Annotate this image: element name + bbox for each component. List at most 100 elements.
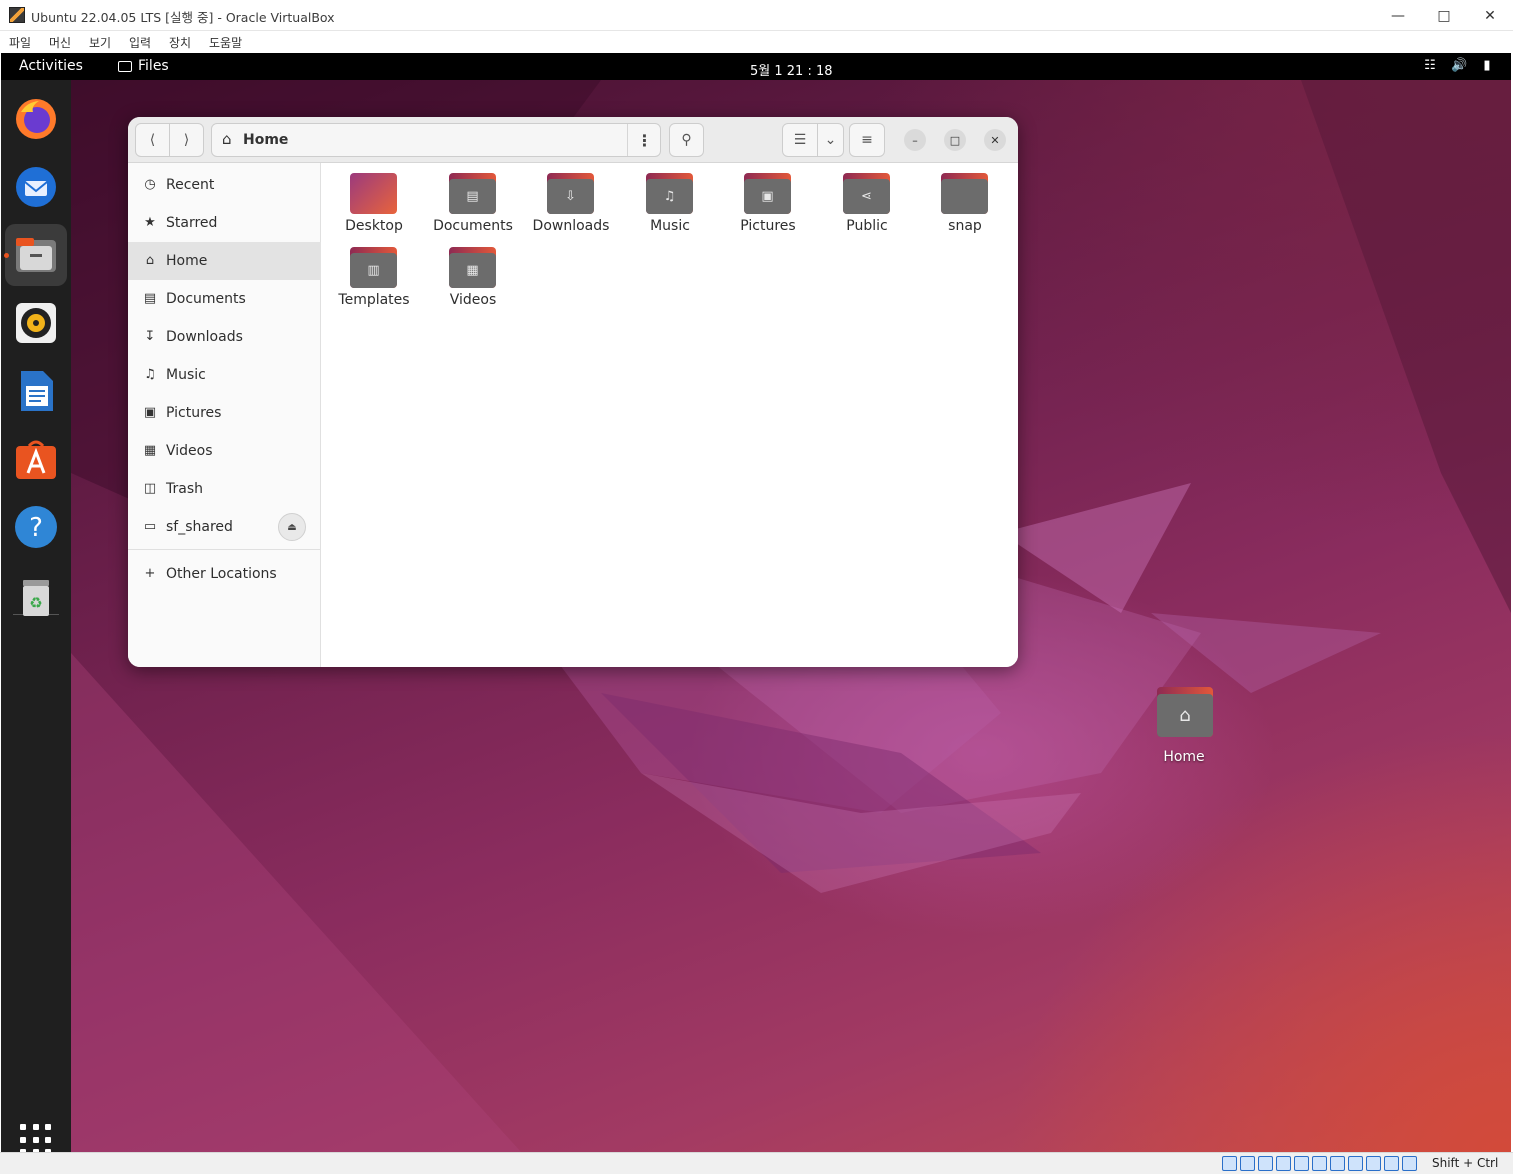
window-maximize-button[interactable]: □ [944,129,966,151]
sidebar-item-home[interactable]: ⌂ Home [128,242,321,280]
sidebar-item-trash[interactable]: ◫ Trash [128,470,321,508]
dock-libreoffice-writer[interactable] [5,360,67,422]
path-current[interactable]: Home [243,132,288,148]
sidebar-item-label: Music [166,367,206,383]
shared-folders-icon[interactable] [1312,1156,1327,1171]
sidebar-item-videos[interactable]: ▦ Videos [128,432,321,470]
network-icon[interactable]: ☷ [1422,58,1438,74]
menu-input[interactable]: 입력 [129,34,151,51]
file-item-videos[interactable]: ▦ Videos [426,237,520,308]
usb-icon[interactable] [1294,1156,1309,1171]
menu-machine[interactable]: 머신 [49,34,71,51]
dock-thunderbird[interactable] [5,156,67,218]
sidebar-item-starred[interactable]: ★ Starred [128,204,321,242]
path-bar[interactable]: ⌂ Home ⋮ [211,123,661,157]
thunderbird-icon [16,167,56,207]
file-item-documents[interactable]: ▤ Documents [426,163,520,234]
view-options-button[interactable]: ⌄ [817,123,844,157]
app-menu-files[interactable]: Files [118,58,169,74]
svg-text:?: ? [29,513,43,543]
window-minimize-button[interactable]: – [904,129,926,151]
file-item-desktop[interactable]: Desktop [327,163,421,234]
forward-button[interactable]: ⟩ [169,123,204,157]
headerbar: ⟨ ⟩ ⌂ Home ⋮ ⚲ ☰ ⌄ ≡ – □ ✕ [128,117,1018,163]
volume-icon[interactable]: 🔊 [1451,58,1467,74]
files-icon [16,238,56,272]
audio-icon[interactable] [1258,1156,1273,1171]
desktop-home-icon[interactable]: ⌂ Home [1149,681,1219,771]
snap-folder-icon [941,173,988,214]
sidebar-item-label: Documents [166,291,246,307]
dock-firefox[interactable] [5,88,67,150]
optical-drive-icon[interactable] [1240,1156,1255,1171]
clock[interactable]: 5월 1 21 : 18 [750,60,833,79]
file-label: Documents [433,218,513,234]
cpu-icon[interactable] [1366,1156,1381,1171]
menu-devices[interactable]: 장치 [169,34,191,51]
file-label: Templates [338,292,410,308]
virtualbox-icon [9,7,25,23]
video-icon: ▦ [143,443,157,458]
document-icon: ▤ [143,291,157,306]
sidebar-item-label: Trash [166,481,203,497]
file-label: Videos [449,292,497,308]
file-item-pictures[interactable]: ▣ Pictures [721,163,815,234]
sidebar-item-documents[interactable]: ▤ Documents [128,280,321,318]
battery-icon[interactable]: ▮ [1479,58,1495,74]
home-icon: ⌂ [222,130,232,148]
list-view-button[interactable]: ☰ [782,123,818,157]
file-item-downloads[interactable]: ⇩ Downloads [524,163,618,234]
file-item-public[interactable]: ⋖ Public [820,163,914,234]
sidebar-item-sf-shared[interactable]: ▭ sf_shared ⏏ [128,508,321,546]
app-center-icon [16,440,56,479]
chevron-down-icon: ⌄ [824,132,837,148]
maximize-button[interactable]: □ [1421,0,1467,31]
file-label: Music [650,218,690,234]
sidebar-item-pictures[interactable]: ▣ Pictures [128,394,321,432]
hard-disk-icon[interactable] [1222,1156,1237,1171]
sidebar-item-recent[interactable]: ◷ Recent [128,166,321,204]
eject-button[interactable]: ⏏ [278,513,306,541]
sidebar-item-label: Pictures [166,405,222,421]
sidebar-item-other-locations[interactable]: + Other Locations [128,555,321,593]
file-label: Pictures [740,218,796,234]
dock-trash[interactable]: ♻ [5,566,67,628]
menu-file[interactable]: 파일 [9,34,31,51]
sidebar-item-music[interactable]: ♫ Music [128,356,321,394]
download-icon: ↧ [144,329,156,344]
dock-help[interactable]: ? [5,496,67,558]
dock-rhythmbox[interactable] [5,292,67,354]
window-close-button[interactable]: ✕ [984,129,1006,151]
vbox-titlebar: Ubuntu 22.04.05 LTS [실행 중] - Oracle Virt… [0,0,1513,31]
dock-app-center[interactable] [5,428,67,490]
recording-icon[interactable] [1348,1156,1363,1171]
minimize-button[interactable]: — [1375,0,1421,31]
sidebar-item-downloads[interactable]: ↧ Downloads [128,318,321,356]
back-button[interactable]: ⟨ [135,123,170,157]
svg-text:♻: ♻ [29,594,42,612]
keyboard-capture-icon[interactable] [1402,1156,1417,1171]
documents-folder-icon: ▤ [449,173,496,214]
display-icon[interactable] [1330,1156,1345,1171]
menu-help[interactable]: 도움말 [209,34,242,51]
file-item-snap[interactable]: snap [918,163,1012,234]
trash-icon: ◫ [143,481,157,496]
dock-files[interactable] [5,224,67,286]
file-item-templates[interactable]: ▥ Templates [327,237,421,308]
dock: ? ♻ [1,80,71,1152]
activities-button[interactable]: Activities [19,58,83,74]
mouse-integration-icon[interactable] [1384,1156,1399,1171]
menu-view[interactable]: 보기 [89,34,111,51]
close-button[interactable]: ✕ [1467,0,1513,31]
guest-screen: Activities Files 5월 1 21 : 18 ☷ 🔊 ▮ ? ♻ … [1,53,1511,1152]
eject-icon: ⏏ [287,521,297,533]
main-menu-button[interactable]: ≡ [849,123,885,157]
hamburger-icon: ≡ [861,132,873,148]
show-apps-icon[interactable] [20,1124,52,1152]
sidebar-separator [128,549,321,550]
search-button[interactable]: ⚲ [669,123,704,157]
network-adapter-icon[interactable] [1276,1156,1291,1171]
folder-icon [118,60,132,72]
file-item-music[interactable]: ♫ Music [623,163,717,234]
path-menu-icon[interactable]: ⋮ [627,124,661,156]
